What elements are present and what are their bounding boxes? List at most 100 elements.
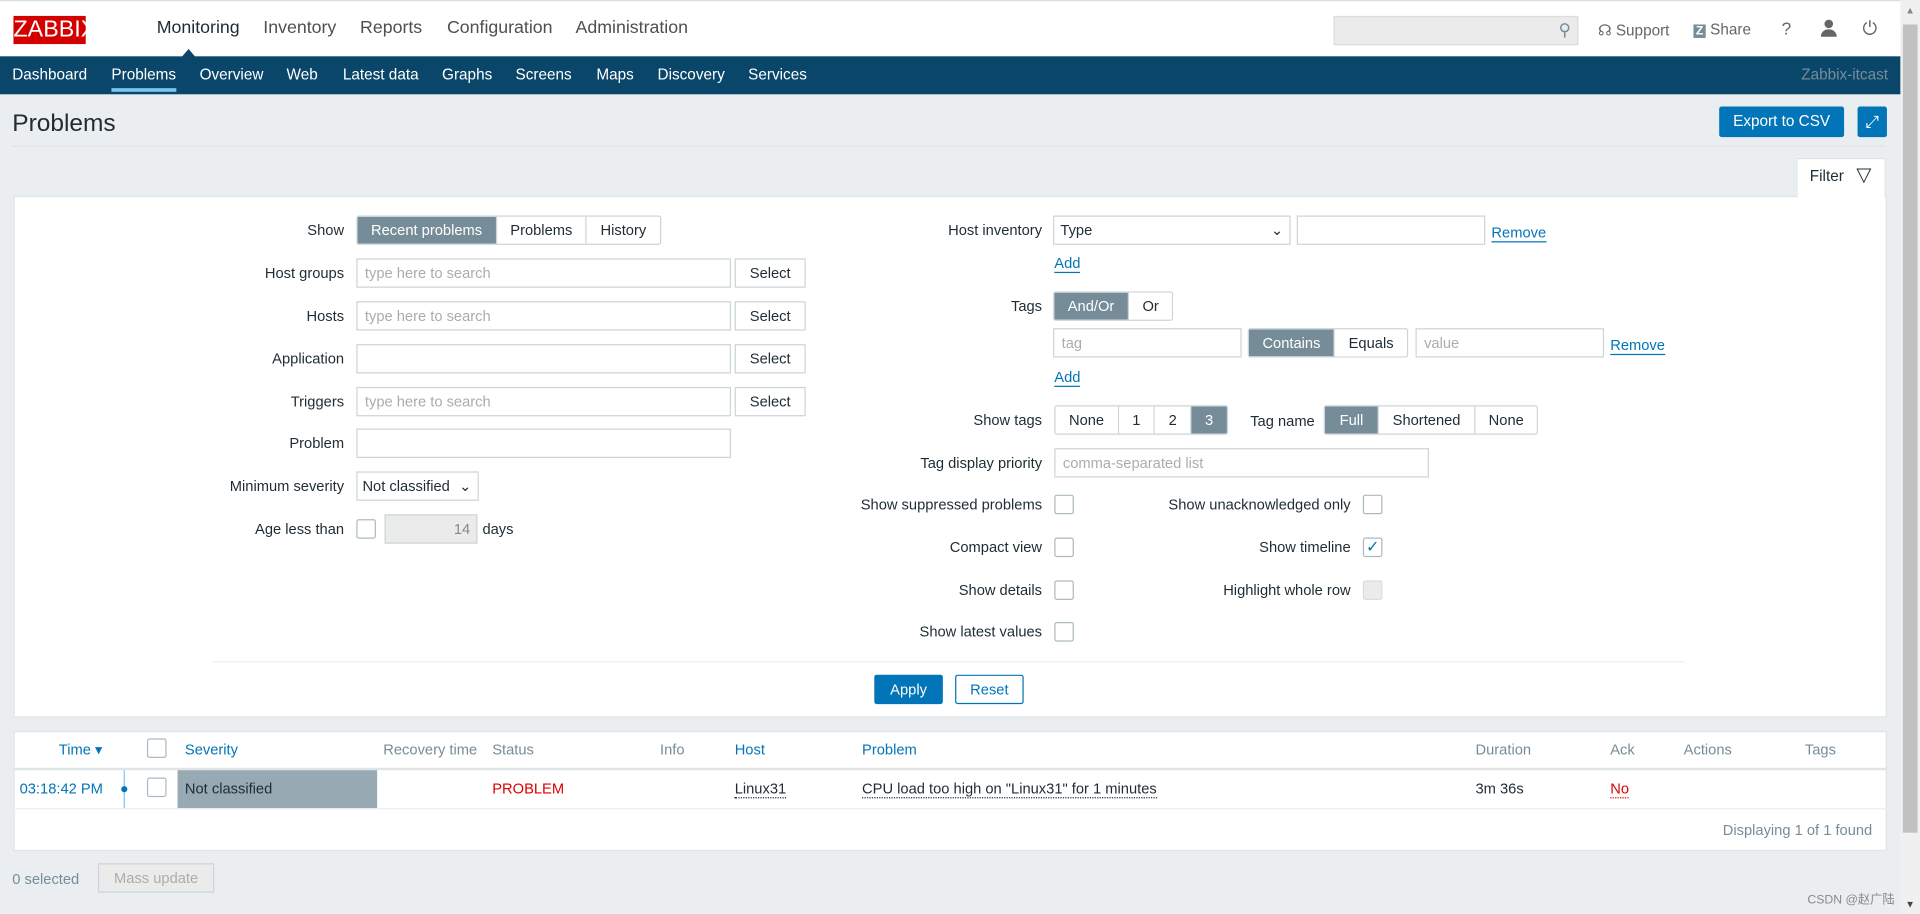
problem-link[interactable]: CPU load too high on "Linux31" for 1 min… bbox=[862, 780, 1157, 799]
host-groups-input[interactable]: type here to search bbox=[356, 258, 732, 288]
server-name: Zabbix-itcast bbox=[1801, 66, 1888, 84]
show-problems[interactable]: Problems bbox=[496, 216, 588, 244]
ack-link[interactable]: No bbox=[1610, 780, 1629, 799]
hosts-label: Hosts bbox=[306, 307, 345, 325]
age-less-than-checkbox[interactable] bbox=[356, 519, 376, 539]
row-divider bbox=[13, 808, 1887, 810]
menu-inventory[interactable]: Inventory bbox=[263, 18, 336, 38]
show-latest-values-label: Show latest values bbox=[919, 623, 1043, 641]
show-unacknowledged-label: Show unacknowledged only bbox=[1168, 495, 1351, 514]
column-problem[interactable]: Problem bbox=[862, 741, 917, 758]
menu-administration[interactable]: Administration bbox=[576, 18, 689, 38]
tags-label: Tags bbox=[1010, 297, 1043, 315]
share-link[interactable]: Z Share bbox=[1693, 21, 1751, 38]
tags-and-or[interactable]: And/Or bbox=[1054, 292, 1129, 320]
application-input[interactable] bbox=[356, 344, 732, 374]
host-groups-select-button[interactable]: Select bbox=[734, 258, 806, 288]
show-tags-1[interactable]: 1 bbox=[1118, 406, 1156, 434]
scroll-down-icon[interactable]: ▼ bbox=[1905, 899, 1915, 910]
show-tags-3[interactable]: 3 bbox=[1191, 406, 1227, 434]
tag-equals[interactable]: Equals bbox=[1335, 329, 1408, 357]
tag-name-label: Tag name bbox=[1250, 412, 1315, 430]
triggers-input[interactable]: type here to search bbox=[356, 386, 732, 417]
filter-tab[interactable]: Filter ▽ bbox=[1796, 157, 1886, 198]
host-inventory-remove-link[interactable]: Remove bbox=[1491, 224, 1547, 243]
nav-web[interactable]: Web bbox=[287, 66, 318, 83]
show-unacknowledged-checkbox[interactable] bbox=[1362, 494, 1383, 515]
tag-name-control: Full Shortened None bbox=[1323, 405, 1539, 435]
nav-maps[interactable]: Maps bbox=[596, 66, 633, 83]
tags-or[interactable]: Or bbox=[1128, 292, 1173, 320]
nav-services[interactable]: Services bbox=[748, 66, 807, 83]
nav-discovery[interactable]: Discovery bbox=[658, 66, 725, 83]
headset-icon: ☊ bbox=[1597, 22, 1612, 40]
column-severity[interactable]: Severity bbox=[185, 741, 238, 758]
select-all-checkbox[interactable] bbox=[146, 738, 167, 758]
tag-add-link[interactable]: Add bbox=[1054, 369, 1081, 387]
show-latest-values-checkbox[interactable] bbox=[1054, 622, 1074, 642]
show-tags-none[interactable]: None bbox=[1055, 406, 1119, 434]
problem-input[interactable] bbox=[356, 428, 732, 458]
nav-problems[interactable]: Problems bbox=[111, 66, 176, 92]
global-search-input[interactable]: ⚲ bbox=[1333, 15, 1579, 46]
row-checkbox[interactable] bbox=[146, 777, 167, 798]
tag-input[interactable]: tag bbox=[1053, 328, 1242, 358]
show-segmented-control: Recent problems Problems History bbox=[356, 215, 661, 245]
nav-dashboard[interactable]: Dashboard bbox=[12, 66, 87, 83]
tag-display-priority-input[interactable]: comma-separated list bbox=[1054, 448, 1429, 478]
chevron-down-icon: ⌄ bbox=[459, 477, 472, 495]
minimum-severity-select[interactable]: Not classified ⌄ bbox=[356, 471, 479, 501]
application-select-button[interactable]: Select bbox=[734, 344, 806, 374]
host-link[interactable]: Linux31 bbox=[734, 780, 787, 799]
export-csv-button[interactable]: Export to CSV bbox=[1719, 106, 1845, 138]
scroll-up-icon[interactable]: ▲ bbox=[1905, 5, 1915, 16]
tag-remove-link[interactable]: Remove bbox=[1610, 337, 1665, 356]
search-icon[interactable]: ⚲ bbox=[1558, 20, 1571, 41]
page-scrollbar[interactable]: ▲ ▼ bbox=[1900, 0, 1920, 914]
tag-name-shortened[interactable]: Shortened bbox=[1379, 406, 1476, 434]
host-inventory-type-select[interactable]: Type ⌄ bbox=[1053, 215, 1291, 245]
tag-name-full[interactable]: Full bbox=[1324, 406, 1380, 434]
show-timeline-checkbox[interactable]: ✓ bbox=[1362, 537, 1383, 558]
tag-value-input[interactable]: value bbox=[1415, 328, 1605, 358]
host-inventory-label: Host inventory bbox=[948, 221, 1043, 239]
tag-contains[interactable]: Contains bbox=[1248, 329, 1336, 357]
tag-operator-control: Contains Equals bbox=[1247, 328, 1409, 358]
menu-monitoring[interactable]: Monitoring bbox=[157, 18, 240, 38]
show-history[interactable]: History bbox=[587, 216, 660, 244]
scrollbar-thumb[interactable] bbox=[1902, 24, 1918, 833]
tag-name-none[interactable]: None bbox=[1475, 406, 1538, 434]
hosts-input[interactable]: type here to search bbox=[356, 301, 732, 331]
nav-screens[interactable]: Screens bbox=[516, 66, 572, 83]
application-label: Application bbox=[272, 350, 345, 368]
age-days-input[interactable]: 14 bbox=[384, 514, 478, 544]
highlight-whole-row-checkbox bbox=[1362, 580, 1383, 601]
show-timeline-label: Show timeline bbox=[1259, 538, 1351, 556]
column-actions: Actions bbox=[1683, 740, 1732, 758]
column-info: Info bbox=[660, 740, 685, 758]
host-inventory-value-input[interactable] bbox=[1296, 215, 1486, 245]
column-duration: Duration bbox=[1475, 740, 1532, 758]
apply-button[interactable]: Apply bbox=[874, 674, 943, 705]
show-tags-2[interactable]: 2 bbox=[1155, 406, 1192, 434]
nav-overview[interactable]: Overview bbox=[200, 66, 264, 83]
sign-out-icon[interactable]: ⏻ bbox=[1862, 18, 1877, 39]
fullscreen-icon[interactable]: ⤢ bbox=[1857, 106, 1887, 138]
column-host[interactable]: Host bbox=[735, 741, 765, 758]
problem-label: Problem bbox=[289, 434, 345, 452]
show-recent-problems[interactable]: Recent problems bbox=[357, 216, 497, 244]
zabbix-logo[interactable]: ZABBIX bbox=[13, 15, 96, 45]
menu-configuration[interactable]: Configuration bbox=[447, 18, 553, 38]
host-inventory-add-link[interactable]: Add bbox=[1054, 255, 1081, 274]
column-time[interactable]: Time ▾ bbox=[59, 741, 103, 758]
reset-button[interactable]: Reset bbox=[955, 674, 1024, 705]
nav-latest-data[interactable]: Latest data bbox=[343, 66, 419, 83]
help-icon[interactable]: ? bbox=[1782, 18, 1792, 38]
problem-time-link[interactable]: 03:18:42 PM bbox=[20, 780, 103, 797]
support-link[interactable]: ☊ Support bbox=[1598, 21, 1669, 39]
menu-reports[interactable]: Reports bbox=[360, 18, 422, 38]
show-tags-label: Show tags bbox=[973, 411, 1043, 429]
nav-graphs[interactable]: Graphs bbox=[442, 66, 492, 83]
sub-navigation bbox=[0, 56, 1901, 95]
user-profile-icon[interactable] bbox=[1820, 19, 1837, 37]
